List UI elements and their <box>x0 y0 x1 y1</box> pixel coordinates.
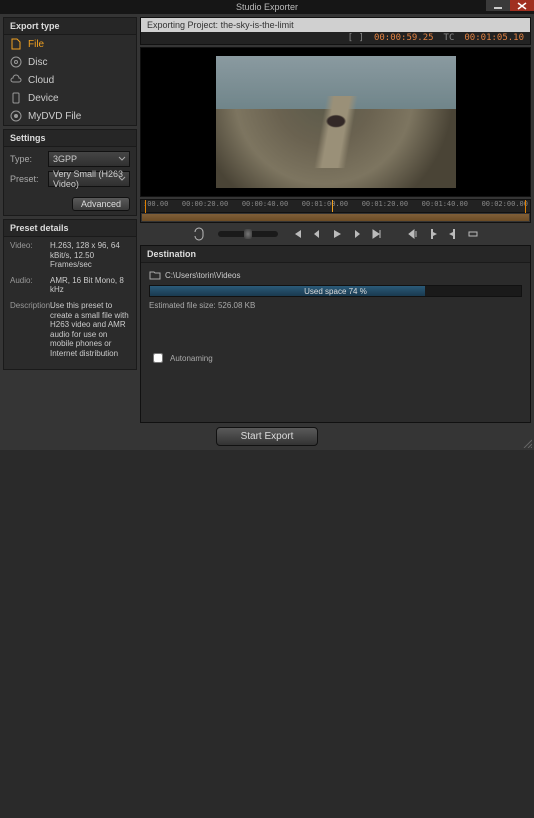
preset-details-header: Preset details <box>4 220 136 237</box>
tc-label: TC <box>444 33 455 43</box>
tc-in-prefix: [ ] <box>348 33 364 43</box>
device-icon <box>10 92 22 104</box>
settings-panel: Settings Type: 3GPP Preset: <box>3 129 137 216</box>
timecode-bar: [ ] 00:00:59.25 TC 00:01:05.10 <box>140 32 531 45</box>
cloud-icon <box>10 74 22 86</box>
close-button[interactable] <box>510 0 534 11</box>
title-bar: Studio Exporter <box>0 0 534 14</box>
destination-panel: Destination C:\Users\torin\Videos Used s… <box>140 245 531 423</box>
start-export-button[interactable]: Start Export <box>216 427 319 446</box>
disc-icon <box>10 56 22 68</box>
time-label: 00:01:20.00 <box>362 200 408 212</box>
step-forward-icon[interactable] <box>350 227 364 241</box>
playhead[interactable] <box>332 200 333 212</box>
preset-value: Very Small (H263 Video) <box>53 169 125 189</box>
video-label: Video: <box>10 241 46 270</box>
audio-label: Audio: <box>10 276 46 295</box>
transport-bar <box>140 227 531 241</box>
export-type-cloud[interactable]: Cloud <box>4 71 136 89</box>
time-label: 00:00:40.00 <box>242 200 288 212</box>
file-icon <box>10 38 22 50</box>
export-type-mydvd[interactable]: MyDVD File <box>4 107 136 125</box>
step-back-icon[interactable] <box>310 227 324 241</box>
timeline-clip <box>142 214 529 221</box>
export-type-device[interactable]: Device <box>4 89 136 107</box>
loop-icon[interactable] <box>192 227 206 241</box>
preset-label: Preset: <box>10 174 44 184</box>
mark-in-icon[interactable] <box>426 227 440 241</box>
description-value: Use this preset to create a small file w… <box>50 301 130 359</box>
settings-header: Settings <box>4 130 136 147</box>
export-type-disc[interactable]: Disc <box>4 53 136 71</box>
tc-out: 00:01:05.10 <box>464 33 524 43</box>
export-type-panel: Export type File Disc <box>3 17 137 126</box>
time-label: :00.00 <box>143 200 168 212</box>
description-label: Description: <box>10 301 46 359</box>
disk-usage-bar: Used space 74 % <box>149 285 522 297</box>
type-label: Type: <box>10 154 44 164</box>
chevron-down-icon <box>118 155 126 165</box>
clear-marks-icon[interactable] <box>466 227 480 241</box>
type-dropdown[interactable]: 3GPP <box>48 151 130 167</box>
export-type-file[interactable]: File <box>4 35 136 53</box>
export-type-label: File <box>28 39 44 50</box>
time-label: 00:01:00.00 <box>302 200 348 212</box>
audio-value: AMR, 16 Bit Mono, 8 kHz <box>50 276 130 295</box>
shuttle-knob[interactable] <box>244 229 252 239</box>
advanced-button[interactable]: Advanced <box>72 197 130 211</box>
preview-frame <box>216 56 456 188</box>
export-type-label: MyDVD File <box>28 111 81 122</box>
window-title: Studio Exporter <box>0 2 534 12</box>
tc-in: 00:00:59.25 <box>374 33 434 43</box>
time-ruler[interactable]: :00.00 00:00:20.00 00:00:40.00 00:01:00.… <box>140 199 531 213</box>
chevron-down-icon <box>118 175 126 185</box>
video-preview <box>140 47 531 197</box>
estimate-label: Estimated file size: <box>149 301 216 310</box>
exporting-project-header: Exporting Project: the-sky-is-the-limit <box>140 17 531 32</box>
destination-header: Destination <box>141 246 530 263</box>
shuttle-slider[interactable] <box>218 231 278 237</box>
minimize-button[interactable] <box>486 0 510 11</box>
time-label: 00:00:20.00 <box>182 200 228 212</box>
export-type-label: Device <box>28 93 59 104</box>
folder-icon[interactable] <box>149 269 161 281</box>
exporting-prefix: Exporting Project: <box>147 20 218 30</box>
time-label: 00:01:40.00 <box>422 200 468 212</box>
export-type-header: Export type <box>4 18 136 35</box>
disk-usage-text: Used space 74 % <box>150 286 521 296</box>
jump-back-icon[interactable] <box>406 227 420 241</box>
autonaming-checkbox[interactable] <box>153 353 163 363</box>
time-label: 00:02:00.00 <box>482 200 528 212</box>
export-type-label: Disc <box>28 57 47 68</box>
video-value: H.263, 128 x 96, 64 kBit/s, 12.50 Frames… <box>50 241 130 270</box>
go-to-start-icon[interactable] <box>290 227 304 241</box>
preset-dropdown[interactable]: Very Small (H263 Video) <box>48 171 130 187</box>
preset-details-panel: Preset details Video: H.263, 128 x 96, 6… <box>3 219 137 370</box>
footer: Start Export <box>0 423 534 450</box>
play-icon[interactable] <box>330 227 344 241</box>
mydvd-icon <box>10 110 22 122</box>
mark-out-icon[interactable] <box>446 227 460 241</box>
resize-grip[interactable] <box>522 438 532 448</box>
project-name: the-sky-is-the-limit <box>221 20 294 30</box>
time-track[interactable] <box>140 213 531 223</box>
go-to-end-icon[interactable] <box>370 227 384 241</box>
type-value: 3GPP <box>53 154 77 164</box>
autonaming-label: Autonaming <box>170 354 213 363</box>
export-type-label: Cloud <box>28 75 54 86</box>
estimate-value: 526.08 KB <box>218 301 255 310</box>
destination-path: C:\Users\torin\Videos <box>165 271 240 280</box>
